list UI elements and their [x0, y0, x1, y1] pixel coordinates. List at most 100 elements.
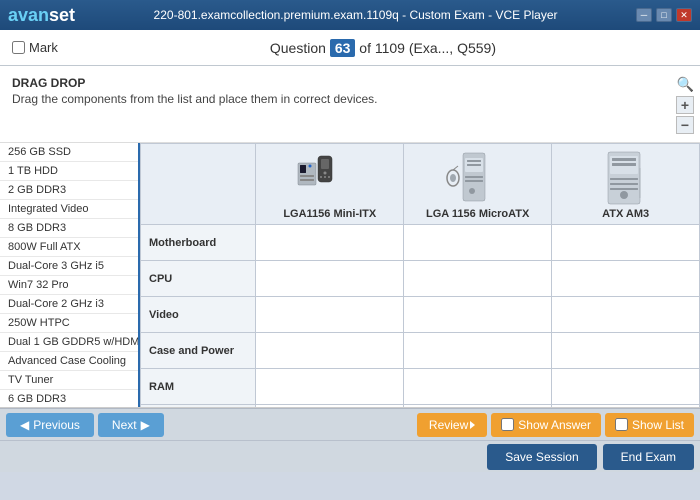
drag-table: LGA1156 Mini-ITX: [140, 143, 700, 407]
logo-area: avanset: [8, 5, 75, 26]
title-bar: avanset 220-801.examcollection.premium.e…: [0, 0, 700, 30]
mark-checkbox[interactable]: [12, 41, 25, 54]
component-item[interactable]: 800W Full ATX: [0, 238, 138, 257]
drop-cell[interactable]: [404, 405, 552, 408]
question-label: Question: [270, 40, 326, 56]
table-row: RAM: [141, 369, 700, 405]
component-item[interactable]: 1 TB HDD: [0, 162, 138, 181]
zoom-in-button[interactable]: +: [676, 96, 694, 114]
drop-cell[interactable]: [404, 261, 552, 297]
row-label-specialized: Specialized Option: [141, 405, 256, 408]
question-number: 63: [330, 39, 356, 57]
row-label-cpu: CPU: [141, 261, 256, 297]
show-list-checkbox[interactable]: [615, 418, 628, 431]
atx-am3-image: [586, 148, 666, 208]
zoom-controls[interactable]: + −: [676, 96, 694, 134]
table-row: Case and Power: [141, 333, 700, 369]
component-item[interactable]: 256 GB SSD: [0, 143, 138, 162]
footer: Save Session End Exam: [0, 440, 700, 472]
show-list-button[interactable]: Show List: [605, 413, 694, 437]
col-header-microatx: LGA 1156 MicroATX: [404, 144, 552, 225]
show-answer-label: Show Answer: [518, 418, 591, 432]
component-item-advanced-case-cooling[interactable]: Advanced Case Cooling: [0, 352, 138, 371]
bottom-nav: ◀ Previous Next ▶ Review Show Answer Sho…: [0, 408, 700, 440]
next-arrow-icon: ▶: [141, 418, 150, 432]
drop-cell[interactable]: [256, 261, 404, 297]
table-row: Specialized Option: [141, 405, 700, 408]
row-label-motherboard: Motherboard: [141, 225, 256, 261]
drop-cell[interactable]: [404, 297, 552, 333]
col-header-motherboard: LGA1156 Mini-ITX: [256, 144, 404, 225]
col-header-empty: [141, 144, 256, 225]
minimize-button[interactable]: ─: [636, 8, 652, 22]
drop-cell[interactable]: [256, 297, 404, 333]
question-type: DRAG DROP: [12, 76, 688, 90]
maximize-button[interactable]: □: [656, 8, 672, 22]
main-content: 256 GB SSD 1 TB HDD 2 GB DDR3 Integrated…: [0, 143, 700, 408]
component-item[interactable]: 6 GB DDR3: [0, 390, 138, 407]
question-info: Question 63 of 1109 (Exa..., Q559): [78, 40, 688, 56]
col-label-mini-itx: LGA1156 Mini-ITX: [264, 208, 395, 220]
show-answer-checkbox[interactable]: [501, 418, 514, 431]
review-button[interactable]: Review: [417, 413, 487, 437]
end-exam-button[interactable]: End Exam: [603, 444, 694, 470]
drop-cell[interactable]: [404, 369, 552, 405]
component-item[interactable]: TV Tuner: [0, 371, 138, 390]
logo-text: avanset: [8, 5, 75, 26]
show-list-label: Show List: [632, 418, 684, 432]
window-controls[interactable]: ─ □ ✕: [636, 8, 692, 22]
microatx-image: [438, 148, 518, 208]
show-answer-button[interactable]: Show Answer: [491, 413, 601, 437]
save-session-button[interactable]: Save Session: [487, 444, 596, 470]
total-questions: of 1109: [359, 40, 405, 56]
prev-arrow-icon: ◀: [20, 418, 29, 432]
table-row: Motherboard: [141, 225, 700, 261]
component-item[interactable]: Dual 1 GB GDDR5 w/HDMI: [0, 333, 138, 352]
drop-cell[interactable]: [256, 225, 404, 261]
exam-info: (Exa..., Q559): [409, 40, 496, 56]
drop-cell[interactable]: [404, 225, 552, 261]
drop-cell[interactable]: [552, 333, 700, 369]
table-row: Video: [141, 297, 700, 333]
drop-cell[interactable]: [552, 297, 700, 333]
row-label-case-power: Case and Power: [141, 333, 256, 369]
table-row: CPU: [141, 261, 700, 297]
zoom-out-button[interactable]: −: [676, 116, 694, 134]
question-area: DRAG DROP Drag the components from the l…: [0, 66, 700, 143]
review-arrow-icon: [470, 421, 475, 429]
scroll-indicator[interactable]: 🔍: [677, 76, 694, 93]
question-text: Drag the components from the list and pl…: [12, 92, 688, 106]
drop-cell[interactable]: [552, 369, 700, 405]
drop-cell[interactable]: [256, 333, 404, 369]
drop-cell[interactable]: [256, 405, 404, 408]
row-label-ram: RAM: [141, 369, 256, 405]
component-item[interactable]: Integrated Video: [0, 200, 138, 219]
col-label-microatx: LGA 1156 MicroATX: [412, 208, 543, 220]
mark-checkbox-area[interactable]: Mark: [12, 40, 58, 55]
drop-cell[interactable]: [552, 405, 700, 408]
drag-drop-area[interactable]: LGA1156 Mini-ITX: [140, 143, 700, 407]
window-title: 220-801.examcollection.premium.exam.1109…: [75, 8, 636, 22]
component-list[interactable]: 256 GB SSD 1 TB HDD 2 GB DDR3 Integrated…: [0, 143, 140, 407]
mini-itx-image: [290, 148, 370, 208]
previous-button[interactable]: ◀ Previous: [6, 413, 94, 437]
previous-label: Previous: [33, 418, 80, 432]
component-item[interactable]: 250W HTPC: [0, 314, 138, 333]
component-item[interactable]: Win7 32 Pro: [0, 276, 138, 295]
mark-label: Mark: [29, 40, 58, 55]
next-button[interactable]: Next ▶: [98, 413, 164, 437]
col-header-atx-am3: ATX AM3: [552, 144, 700, 225]
review-label: Review: [429, 418, 468, 432]
next-label: Next: [112, 418, 137, 432]
component-item[interactable]: Dual-Core 2 GHz i3: [0, 295, 138, 314]
component-item[interactable]: 2 GB DDR3: [0, 181, 138, 200]
question-header: Mark Question 63 of 1109 (Exa..., Q559): [0, 30, 700, 66]
drop-cell[interactable]: [552, 225, 700, 261]
drop-cell[interactable]: [256, 369, 404, 405]
component-item[interactable]: 8 GB DDR3: [0, 219, 138, 238]
row-label-video: Video: [141, 297, 256, 333]
close-button[interactable]: ✕: [676, 8, 692, 22]
drop-cell[interactable]: [552, 261, 700, 297]
drop-cell[interactable]: [404, 333, 552, 369]
component-item[interactable]: Dual-Core 3 GHz i5: [0, 257, 138, 276]
